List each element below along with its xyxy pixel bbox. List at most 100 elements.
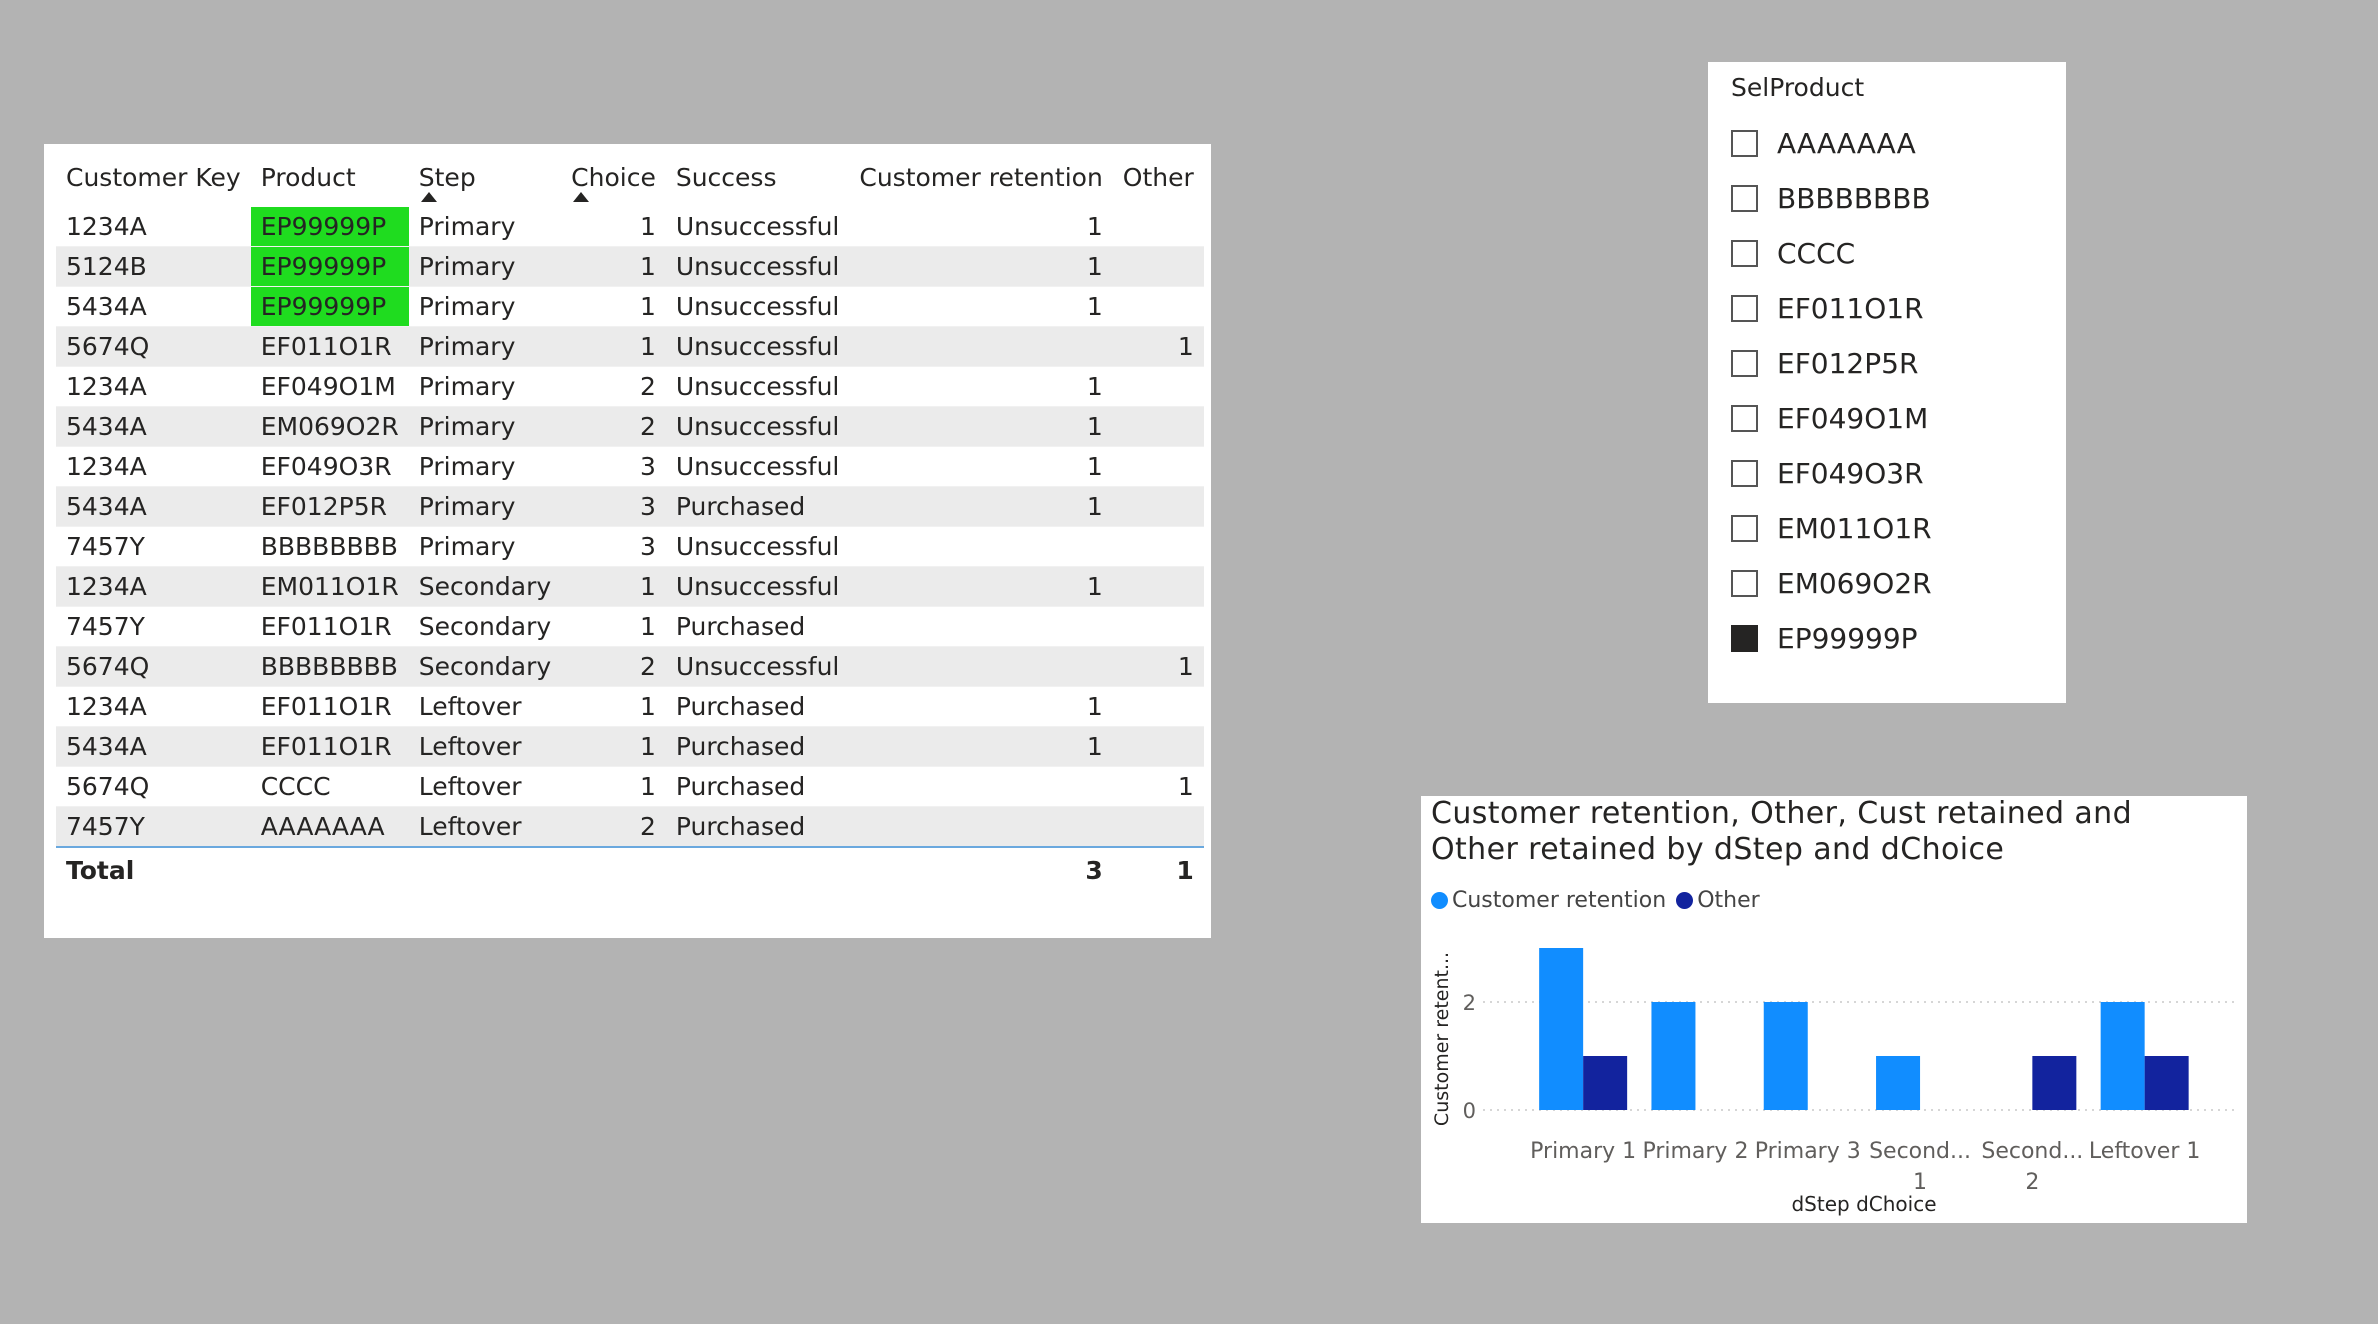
table-row[interactable]: 5434A EF012P5R Primary 3 Purchased 1 — [56, 486, 1204, 527]
cell-customer-key: 5434A — [56, 286, 251, 327]
cell-choice: 1 — [561, 246, 666, 287]
cell-success: Unsuccessful — [665, 201, 850, 247]
x-tick-label: Primary 2 — [1642, 1139, 1748, 1164]
slicer-item-label: BBBBBBBB — [1777, 182, 1931, 215]
table-row[interactable]: 5674Q CCCC Leftover 1 Purchased 1 — [56, 766, 1204, 807]
bar-customer-retention[interactable] — [1876, 1056, 1921, 1110]
slicer-item[interactable]: EP99999P — [1731, 611, 1932, 666]
cell-step: Primary — [408, 326, 562, 367]
cell-success: Unsuccessful — [665, 326, 850, 367]
table-row[interactable]: 5124B EP99999P Primary 1 Unsuccessful 1 — [56, 246, 1204, 287]
cell-customer-retention — [849, 326, 1113, 367]
slicer-item[interactable]: BBBBBBBB — [1731, 171, 1932, 226]
slicer-item-label: EM069O2R — [1777, 567, 1932, 600]
table-row[interactable]: 5434A EM069O2R Primary 2 Unsuccessful 1 — [56, 406, 1204, 447]
col-header-product[interactable]: Product — [251, 153, 409, 204]
cell-choice: 2 — [561, 646, 666, 687]
total-empty — [561, 847, 666, 892]
cell-customer-retention: 1 — [849, 366, 1113, 407]
checkbox-icon[interactable] — [1731, 570, 1758, 597]
bar-customer-retention[interactable] — [1651, 1002, 1696, 1110]
cell-other: 1 — [1112, 766, 1204, 807]
bar-customer-retention[interactable] — [1539, 948, 1584, 1110]
slicer-item-label: EF012P5R — [1777, 347, 1919, 380]
col-header-other[interactable]: Other — [1113, 153, 1204, 204]
cell-choice: 3 — [561, 526, 666, 567]
bar-other[interactable] — [1583, 1056, 1628, 1110]
table-row[interactable]: 5434A EP99999P Primary 1 Unsuccessful 1 — [56, 286, 1204, 327]
slicer-item-label: AAAAAAA — [1777, 127, 1916, 160]
slicer-item[interactable]: EF049O3R — [1731, 446, 1932, 501]
cell-customer-retention — [849, 646, 1113, 687]
cell-product: EF011O1R — [250, 326, 409, 367]
cell-other — [1112, 526, 1204, 567]
checkbox-icon[interactable] — [1731, 405, 1758, 432]
table-row[interactable]: 7457Y BBBBBBBB Primary 3 Unsuccessful — [56, 526, 1204, 567]
table-row[interactable]: 5674Q BBBBBBBB Secondary 2 Unsuccessful 1 — [56, 646, 1204, 687]
cell-step: Primary — [408, 201, 562, 247]
table-visual: Customer Key Product Step Choice Success… — [44, 144, 1211, 938]
bar-customer-retention[interactable] — [1763, 1002, 1808, 1110]
col-header-customer-key[interactable]: Customer Key — [56, 153, 251, 204]
cell-customer-retention — [849, 806, 1113, 848]
y-tick-label: 0 — [1463, 1099, 1476, 1123]
bar-customer-retention[interactable] — [2100, 1002, 2145, 1110]
cell-other — [1112, 686, 1204, 727]
checkbox-icon[interactable] — [1731, 350, 1758, 377]
slicer-item[interactable]: AAAAAAA — [1731, 116, 1932, 171]
cell-customer-retention: 1 — [849, 286, 1113, 327]
table-row[interactable]: 7457Y EF011O1R Secondary 1 Purchased — [56, 606, 1204, 647]
checkbox-icon[interactable] — [1731, 130, 1758, 157]
slicer-item-label: EF049O3R — [1777, 457, 1924, 490]
slicer-item[interactable]: EM011O1R — [1731, 501, 1932, 556]
cell-success: Unsuccessful — [665, 526, 850, 567]
bar-other[interactable] — [2144, 1056, 2189, 1110]
cell-choice: 1 — [561, 201, 666, 247]
sort-ascending-icon — [420, 192, 437, 202]
col-header-customer-retention[interactable]: Customer retention — [849, 153, 1112, 204]
table-row[interactable]: 1234A EP99999P Primary 1 Unsuccessful 1 — [56, 201, 1204, 247]
cell-other — [1112, 406, 1204, 447]
slicer-item[interactable]: EM069O2R — [1731, 556, 1932, 611]
checkbox-icon[interactable] — [1731, 185, 1758, 212]
table-row[interactable]: 1234A EF049O3R Primary 3 Unsuccessful 1 — [56, 446, 1204, 487]
cell-other — [1112, 246, 1204, 287]
col-header-success[interactable]: Success — [666, 153, 850, 204]
checkbox-icon[interactable] — [1731, 515, 1758, 542]
table-row[interactable]: 5434A EF011O1R Leftover 1 Purchased 1 — [56, 726, 1204, 767]
col-header-choice[interactable]: Choice — [561, 153, 666, 204]
cell-customer-retention: 1 — [849, 406, 1113, 447]
checkbox-icon[interactable] — [1731, 295, 1758, 322]
table-row[interactable]: 1234A EF011O1R Leftover 1 Purchased 1 — [56, 686, 1204, 727]
slicer-item[interactable]: EF011O1R — [1731, 281, 1932, 336]
bar-other[interactable] — [2032, 1056, 2077, 1110]
checkbox-icon[interactable] — [1731, 460, 1758, 487]
x-tick-label: 2 — [2025, 1170, 2039, 1195]
cell-customer-key: 5434A — [56, 406, 251, 447]
chart-card: Customer retention, Other, Cust retained… — [1421, 796, 2247, 1223]
col-header-step[interactable]: Step — [409, 153, 561, 204]
table-row[interactable]: 7457Y AAAAAAA Leftover 2 Purchased — [56, 806, 1204, 848]
cell-customer-key: 1234A — [56, 566, 251, 607]
table-row[interactable]: 5674Q EF011O1R Primary 1 Unsuccessful 1 — [56, 326, 1204, 367]
cell-customer-retention: 1 — [849, 201, 1113, 247]
cell-product: CCCC — [250, 766, 409, 807]
table-row[interactable]: 1234A EM011O1R Secondary 1 Unsuccessful 1 — [56, 566, 1204, 607]
slicer-item[interactable]: EF049O1M — [1731, 391, 1932, 446]
cell-success: Purchased — [665, 726, 850, 767]
cell-customer-retention: 1 — [849, 446, 1113, 487]
col-header-choice-label: Choice — [571, 162, 656, 192]
x-tick-label: Leftover 1 — [2089, 1139, 2200, 1164]
cell-choice: 2 — [561, 366, 666, 407]
slicer-item[interactable]: CCCC — [1731, 226, 1932, 281]
table-row[interactable]: 1234A EF049O1M Primary 2 Unsuccessful 1 — [56, 366, 1204, 407]
slicer-list: AAAAAAA BBBBBBBB CCCC EF011O1R EF012P5R EF049… — [1731, 116, 1932, 666]
data-table: Customer Key Product Step Choice Success… — [56, 153, 1204, 892]
cell-product: BBBBBBBB — [250, 646, 409, 687]
cell-product: EF012P5R — [250, 486, 409, 527]
slicer-item[interactable]: EF012P5R — [1731, 336, 1932, 391]
checkbox-checked-icon[interactable] — [1731, 625, 1758, 652]
checkbox-icon[interactable] — [1731, 240, 1758, 267]
col-header-step-label: Step — [418, 162, 476, 192]
cell-success: Purchased — [665, 806, 850, 848]
